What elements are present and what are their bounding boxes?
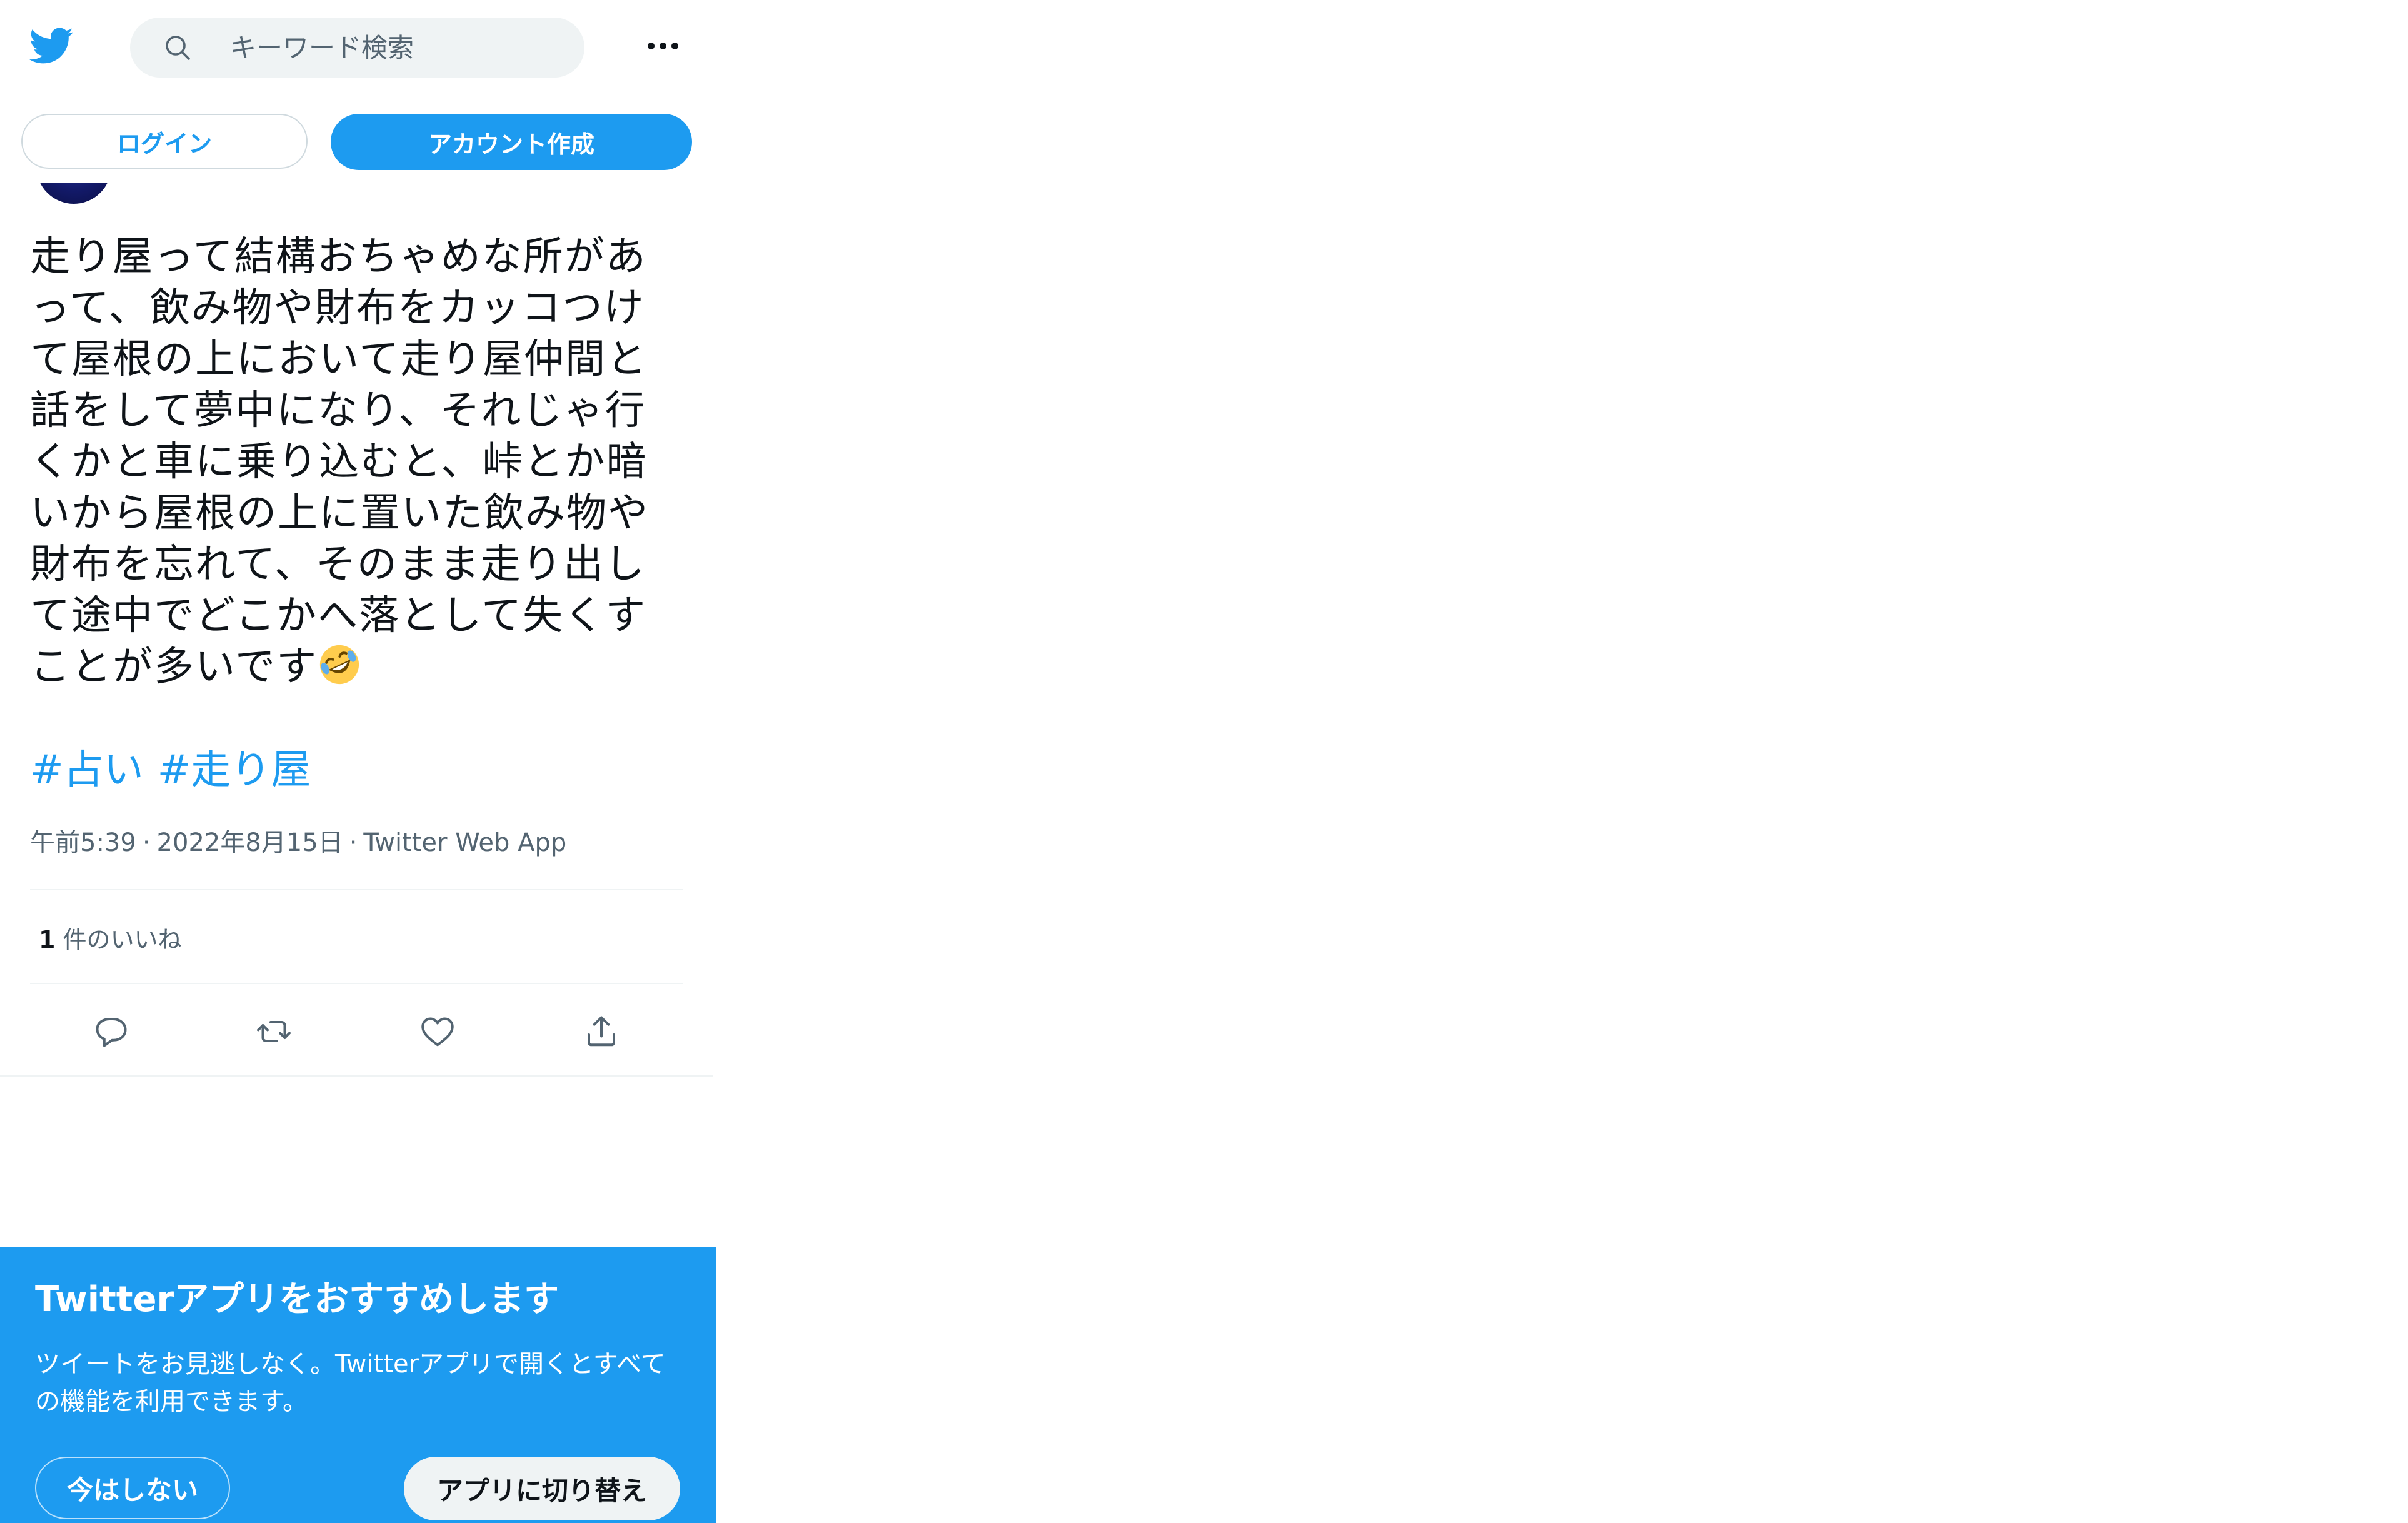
tweet-text: 走り屋って結構おちゃめな所があって、飲み物や財布をカッコつけて屋根の上において走… — [30, 231, 683, 693]
tweet-page: ログイン アカウント作成 走り屋って結構おちゃめな所があって、飲み物や財布をカッ… — [0, 0, 716, 1523]
rolling-laughing-emoji-icon — [318, 643, 361, 686]
meta-separator: · — [142, 828, 151, 857]
reply-icon[interactable] — [86, 1007, 136, 1057]
not-now-button[interactable]: 今はしない — [35, 1457, 230, 1519]
tweet-actions — [30, 1000, 683, 1069]
hashtags: #占い #走り屋 — [30, 745, 324, 795]
like-icon[interactable] — [413, 1007, 463, 1057]
more-dot — [647, 42, 655, 49]
retweet-icon[interactable] — [249, 1007, 299, 1057]
signup-button[interactable]: アカウント作成 — [331, 114, 692, 170]
tweet-date[interactable]: 2022年8月15日 — [157, 828, 343, 857]
login-button[interactable]: ログイン — [21, 114, 308, 169]
header: ログイン アカウント作成 — [0, 0, 716, 183]
tweet-body: 走り屋って結構おちゃめな所があって、飲み物や財布をカッコつけて屋根の上において走… — [30, 234, 649, 690]
divider — [0, 1075, 713, 1077]
search-box[interactable] — [130, 18, 584, 78]
hashtag-link[interactable]: #走り屋 — [158, 747, 311, 793]
tweet-source: Twitter Web App — [363, 828, 567, 857]
divider — [30, 889, 683, 890]
promo-title: Twitterアプリをおすすめします — [35, 1279, 559, 1320]
more-icon[interactable] — [638, 24, 688, 68]
tweet-meta: 午前5:39 · 2022年8月15日 · Twitter Web App — [30, 825, 566, 860]
promo-body: ツイートをお見逃しなく。Twitterアプリで開くとすべての機能を利用できます。 — [35, 1350, 666, 1416]
likes-label: 件のいいね — [63, 926, 182, 953]
more-dot — [659, 42, 666, 49]
share-icon[interactable] — [576, 1007, 626, 1057]
divider — [30, 983, 683, 984]
app-promo-banner: Twitterアプリをおすすめします ツイートをお見逃しなく。Twitterアプ… — [0, 1247, 716, 1523]
hashtag-link[interactable]: #占い — [30, 747, 144, 793]
likes-count: 1 — [39, 926, 56, 953]
likes-summary[interactable]: 1 件のいいね — [39, 924, 181, 955]
meta-separator: · — [349, 828, 358, 857]
twitter-bird-icon[interactable] — [28, 23, 74, 69]
more-dot — [671, 42, 678, 49]
search-input[interactable] — [230, 18, 568, 78]
tweet-time[interactable]: 午前5:39 — [30, 828, 136, 857]
search-icon — [163, 33, 193, 63]
switch-to-app-button[interactable]: アプリに切り替え — [404, 1457, 680, 1520]
